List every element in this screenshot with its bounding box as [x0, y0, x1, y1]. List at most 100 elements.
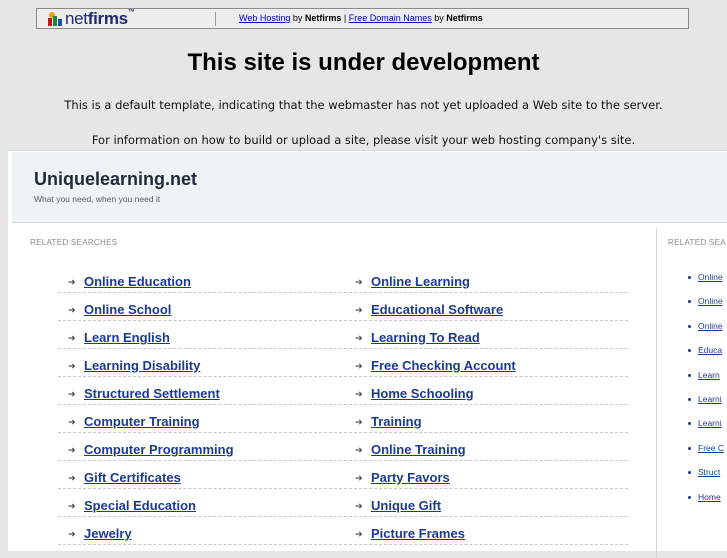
related-search-link[interactable]: Online School — [84, 302, 171, 317]
sidebar-search-link[interactable]: Learni — [698, 418, 722, 428]
banner-brand-2: Netfirms — [446, 13, 483, 23]
table-row: ➔ Online Education ➔ Online Learning — [58, 265, 628, 293]
bullet-icon — [688, 471, 691, 475]
arrow-right-icon: ➔ — [68, 362, 76, 372]
related-search-link[interactable]: Jewelry — [84, 526, 132, 541]
related-search-link[interactable]: Online Learning — [371, 274, 470, 289]
related-search-item: ➔ Free Checking Account — [355, 355, 516, 373]
bullet-icon — [688, 446, 691, 450]
arrow-right-icon: ➔ — [68, 474, 76, 484]
related-search-link[interactable]: Learn English — [84, 330, 170, 345]
related-search-item: ➔ Learn English — [68, 327, 170, 345]
arrow-right-icon: ➔ — [355, 418, 363, 428]
banner-links: Web Hosting by Netfirms | Free Domain Na… — [239, 13, 483, 23]
sidebar-search-link[interactable]: Educa — [698, 345, 722, 355]
netfirms-logo-icon — [47, 11, 63, 31]
table-row: ➔ Gift Certificates ➔ Party Favors — [58, 461, 628, 489]
page-headline: This site is under development — [187, 49, 540, 76]
related-search-link[interactable]: Computer Programming — [84, 442, 234, 457]
related-search-link[interactable]: Educational Software — [371, 302, 503, 317]
related-search-item: ➔ Home Schooling — [355, 383, 474, 401]
table-row: ➔ Jewelry ➔ Picture Frames — [58, 517, 628, 545]
related-search-item: ➔ Online Education — [68, 271, 191, 289]
related-search-item: ➔ Online Training — [355, 439, 466, 457]
table-row: ➔ Computer Training ➔ Training — [58, 405, 628, 433]
bullet-icon — [688, 300, 691, 304]
banner-separator: | — [341, 13, 349, 23]
related-search-item: ➔ Jewelry — [68, 523, 132, 541]
related-search-link[interactable]: Free Checking Account — [371, 358, 516, 373]
sidebar-search-link[interactable]: Struct — [698, 467, 720, 477]
banner-by-text-1: by — [290, 13, 305, 23]
arrow-right-icon: ➔ — [355, 530, 363, 540]
sidebar-search-link[interactable]: Learni — [698, 394, 722, 404]
related-search-item: ➔ Online School — [68, 299, 171, 317]
arrow-right-icon: ➔ — [355, 306, 363, 316]
sidebar-search-link[interactable]: Online — [698, 296, 723, 306]
bullet-icon — [688, 276, 691, 279]
arrow-right-icon: ➔ — [355, 390, 363, 400]
arrow-right-icon: ➔ — [68, 390, 76, 400]
banner-by-text-2: by — [431, 13, 447, 23]
related-search-link[interactable]: Special Education — [84, 498, 196, 513]
related-searches-label: RELATED SEARCHES — [30, 238, 118, 247]
arrow-right-icon: ➔ — [355, 362, 363, 372]
sidebar-search-link[interactable]: Home — [698, 492, 721, 502]
default-template-notice: This is a default template, indicating t… — [64, 98, 663, 112]
related-search-link[interactable]: Learning Disability — [84, 358, 200, 373]
sidebar-search-link[interactable]: Free C — [698, 443, 724, 453]
related-search-item: ➔ Computer Training — [68, 411, 200, 429]
related-search-item: ➔ Learning Disability — [68, 355, 200, 373]
arrow-right-icon: ➔ — [355, 474, 363, 484]
bullet-icon — [688, 373, 691, 377]
related-search-link[interactable]: Structured Settlement — [84, 386, 220, 401]
logo-trademark: ™ — [127, 9, 135, 16]
bullet-icon — [688, 495, 691, 499]
related-search-link[interactable]: Training — [371, 414, 422, 429]
related-search-link[interactable]: Unique Gift — [371, 498, 441, 513]
sidebar-search-link[interactable]: Online — [698, 272, 723, 282]
related-search-link[interactable]: Online Training — [371, 442, 466, 457]
arrow-right-icon: ➔ — [68, 418, 76, 428]
related-search-item: ➔ Party Favors — [355, 467, 450, 485]
table-row: ➔ Online School ➔ Educational Software — [58, 293, 628, 321]
arrow-right-icon: ➔ — [68, 530, 76, 540]
hosting-info-notice: For information on how to build or uploa… — [91, 133, 636, 147]
logo-text-firms: firms — [87, 9, 128, 28]
related-search-item: ➔ Online Learning — [355, 271, 470, 289]
arrow-right-icon: ➔ — [68, 334, 76, 344]
arrow-right-icon: ➔ — [355, 278, 363, 288]
related-search-link[interactable]: Gift Certificates — [84, 470, 181, 485]
arrow-right-icon: ➔ — [68, 278, 76, 288]
table-row: ➔ Computer Programming ➔ Online Training — [58, 433, 628, 461]
related-search-item: ➔ Picture Frames — [355, 523, 465, 541]
site-title[interactable]: Uniquelearning.net — [34, 169, 197, 190]
related-search-link[interactable]: Online Education — [84, 274, 191, 289]
table-row: ➔ Learn English ➔ Learning To Read — [58, 321, 628, 349]
logo-text-net: net — [65, 9, 88, 28]
sidebar-search-link[interactable]: Learn — [698, 370, 720, 380]
related-search-link[interactable]: Computer Training — [84, 414, 200, 429]
related-search-link[interactable]: Home Schooling — [371, 386, 474, 401]
bullet-icon — [688, 422, 691, 426]
netfirms-banner: netfirms™ Web Hosting by Netfirms | Free… — [36, 8, 689, 29]
sidebar-search-link[interactable]: Online — [698, 321, 723, 331]
table-row: ➔ Structured Settlement ➔ Home Schooling — [58, 377, 628, 405]
arrow-right-icon: ➔ — [68, 446, 76, 456]
web-hosting-link[interactable]: Web Hosting — [239, 13, 290, 23]
related-search-item: ➔ Gift Certificates — [68, 467, 181, 485]
related-search-item: ➔ Special Education — [68, 495, 196, 513]
related-search-item: ➔ Training — [355, 411, 422, 429]
bullet-icon — [688, 324, 691, 328]
related-search-item: ➔ Structured Settlement — [68, 383, 220, 401]
arrow-right-icon: ➔ — [355, 502, 363, 512]
related-search-item: ➔ Learning To Read — [355, 327, 480, 345]
free-domain-link[interactable]: Free Domain Names — [349, 13, 432, 23]
related-searches-label-right: RELATED SEA — [668, 238, 726, 247]
related-search-link[interactable]: Picture Frames — [371, 526, 465, 541]
banner-brand-1: Netfirms — [304, 13, 342, 23]
related-search-link[interactable]: Party Favors — [371, 470, 450, 485]
bullet-icon — [688, 397, 691, 401]
bullet-icon — [688, 349, 691, 353]
related-search-link[interactable]: Learning To Read — [371, 330, 480, 345]
